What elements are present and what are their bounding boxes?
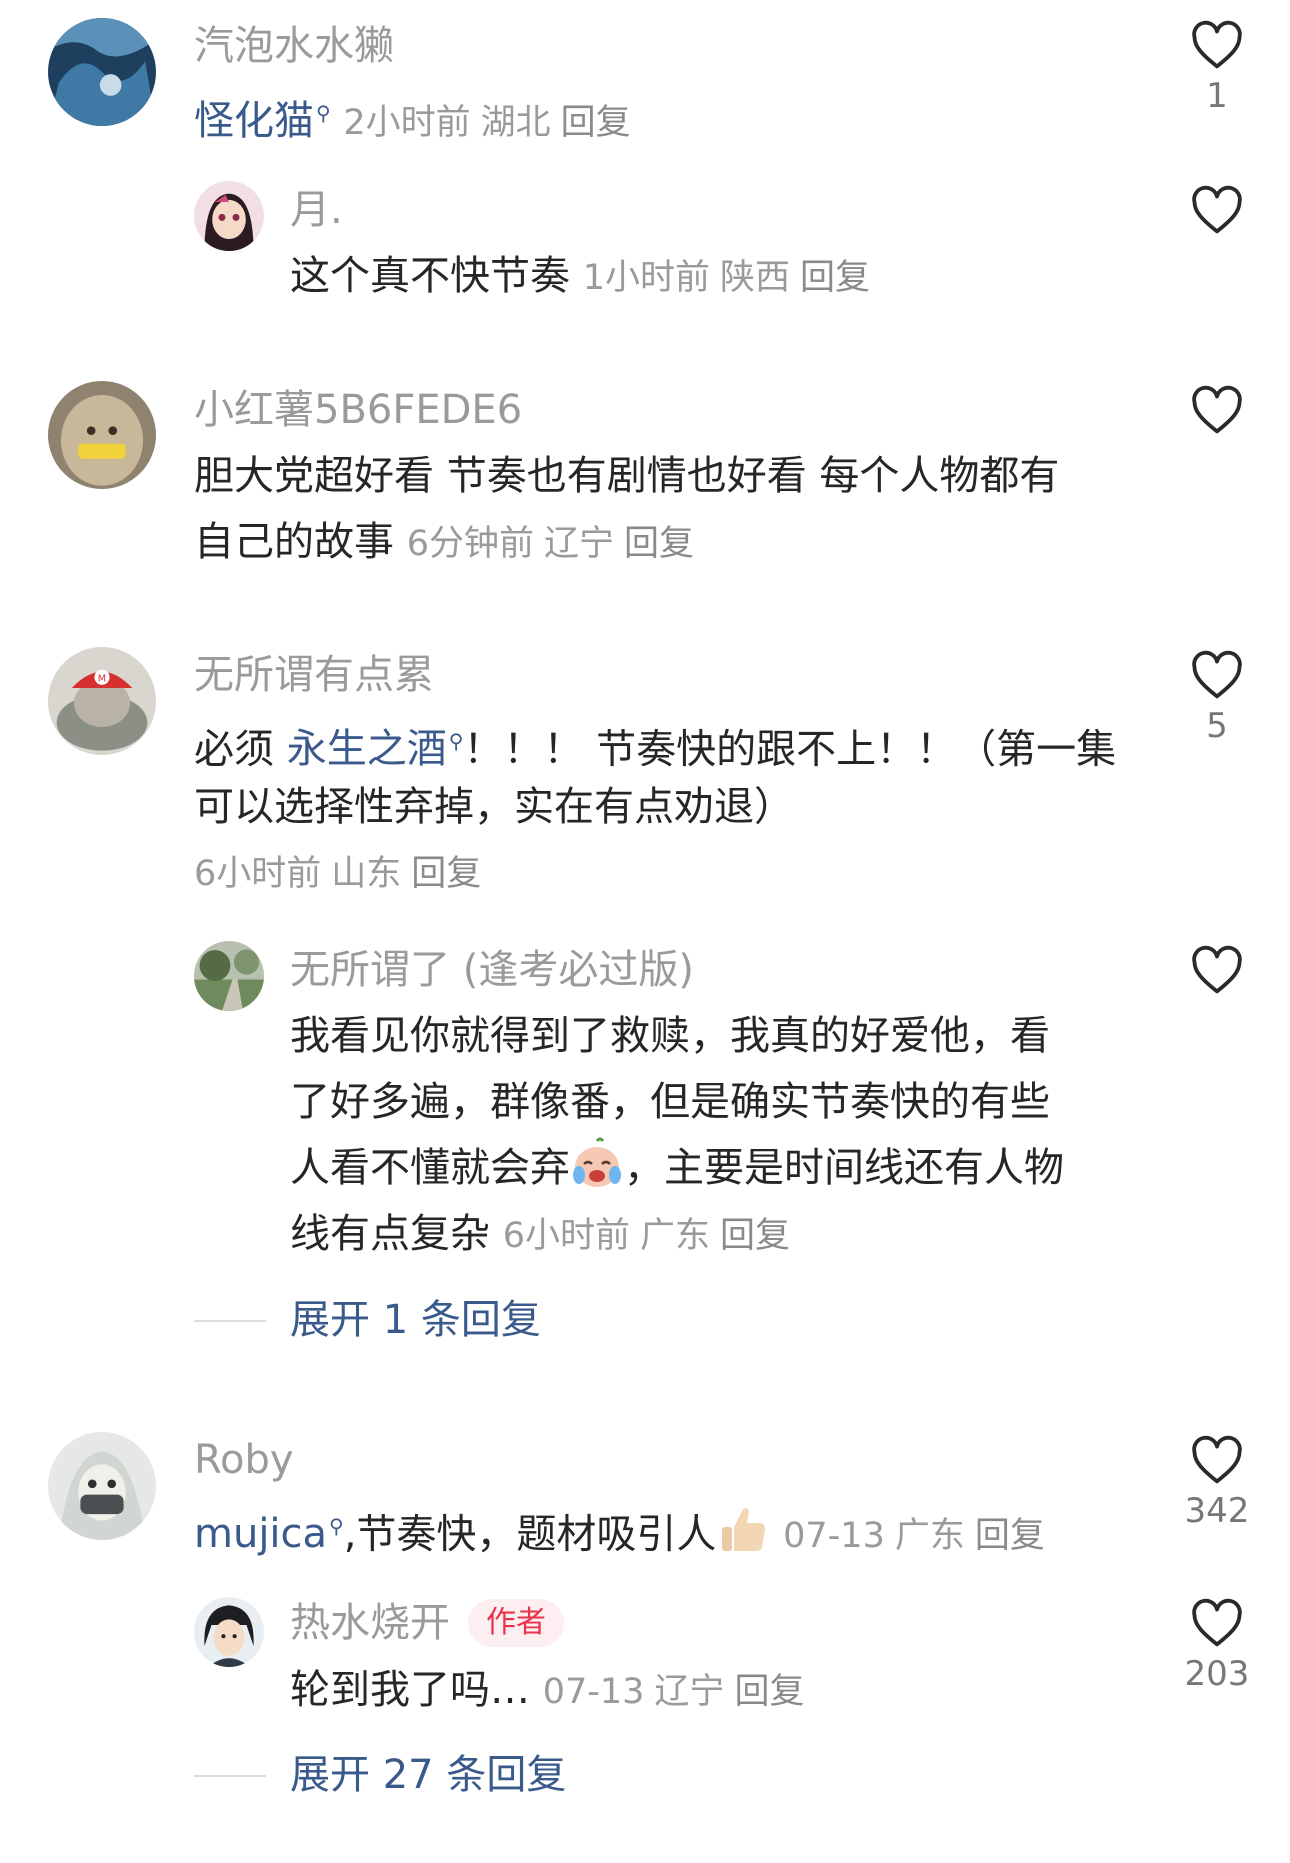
avatar[interactable] [194,941,264,1011]
avatar[interactable] [194,1597,264,1667]
divider [194,1320,266,1322]
reply-button[interactable]: 回复 [561,103,631,143]
search-magnifier-icon: ⚲ [316,101,331,125]
avatar[interactable] [48,381,156,489]
mention-link[interactable]: 怪化猫 ⚲ [194,98,331,144]
comment-meta: 6小时前 山东 回复 [194,841,481,907]
like-button[interactable]: 1 [1162,20,1272,116]
like-count: 5 [1206,706,1228,746]
comment-username[interactable]: Roby [194,1434,294,1486]
comment-body: 自己的故事 6分钟前 辽宁 回复 [194,509,694,577]
reply-location: 辽宁 [654,1672,725,1712]
comment-time: 2小时前 [343,103,471,144]
expand-replies-button[interactable]: 展开 1 条回复 [290,1294,541,1346]
comment-text: ,节奏快，题材吸引人 [343,1511,717,1558]
reply-text: 轮到我了吗… [290,1667,530,1713]
comment-body-line: 可以选择性弃掉，实在有点劝退） [194,784,794,830]
search-magnifier-icon: ⚲ [329,1514,344,1538]
like-button[interactable]: 5 [1162,650,1272,746]
reply-text: 线有点复杂 [290,1211,490,1257]
like-button[interactable]: 203 [1162,1598,1272,1694]
like-button[interactable]: 342 [1162,1435,1272,1531]
reply-location: 陕西 [720,258,791,298]
reply-button[interactable]: 回复 [975,1516,1045,1556]
reply-time: 07-13 [542,1672,645,1712]
reply-username[interactable]: 热水烧开 [290,1600,450,1646]
comment-meta: 6分钟前 辽宁 回复 [407,524,694,564]
comment-time: 6分钟前 [406,524,534,564]
divider [194,1775,266,1777]
reply-body: 这个真不快节奏 1小时前 陕西 回复 [290,243,870,311]
like-count: 342 [1184,1491,1250,1531]
heart-outline-icon [1192,185,1242,234]
mention-link[interactable]: mujica ⚲ [194,1511,344,1557]
reply-body-line: 我看见你就得到了救赎，我真的好爱他，看 [290,1013,1050,1059]
reply-text: 人看不懂就会弃 [290,1145,570,1191]
reply-body-line: 了好多遍，群像番，但是确实节奏快的有些 [290,1079,1050,1125]
avatar[interactable] [48,1432,156,1540]
comment-text: 自己的故事 [194,519,394,565]
comment-location: 山东 [331,854,402,894]
reply-button[interactable]: 回复 [800,258,870,298]
comment-body: mujica ⚲,节奏快，题材吸引人 07-13 广东 回复 [194,1493,1045,1575]
comment-location: 湖北 [480,103,551,144]
reply-meta: 6小时前 广东 回复 [503,1216,790,1256]
reply-button[interactable]: 回复 [624,524,694,564]
author-badge: 作者 [468,1599,564,1647]
comment-time: 6小时前 [194,854,322,894]
comment-text: 必须 [194,726,287,773]
reply-body: 线有点复杂 6小时前 广东 回复 [290,1201,790,1269]
comment-body-line: 必须 永生之酒 ⚲！！！ 节奏快的跟不上！！（第一集 [194,708,1116,782]
like-count: 203 [1184,1654,1250,1694]
reply-text: 这个真不快节奏 [290,253,570,299]
avatar[interactable] [194,181,264,251]
reply-username[interactable]: 月. [290,184,343,236]
reply-time: 1小时前 [582,258,710,298]
heart-outline-icon [1192,945,1242,994]
like-count: 1 [1206,76,1228,116]
avatar[interactable] [48,18,156,126]
mention-link[interactable]: 永生之酒 ⚲ [287,726,464,772]
crying-face-emoji [570,1137,624,1209]
search-magnifier-icon: ⚲ [448,729,464,753]
heart-outline-icon [1192,385,1242,434]
reply-button[interactable]: 回复 [720,1216,790,1256]
reply-text: ，主要是时间线还有人物 [624,1145,1064,1191]
reply-meta: 07-13 辽宁 回复 [543,1672,805,1712]
heart-outline-icon [1192,1598,1242,1647]
comment-username[interactable]: 无所谓有点累 [194,649,434,701]
comment-body: 怪化猫 ⚲ 2小时前 湖北 回复 [194,80,631,156]
like-button[interactable] [1162,385,1272,435]
reply-body-line: 人看不懂就会弃 ，主要是时间线还有人物 [290,1135,1064,1209]
heart-outline-icon [1192,1435,1242,1484]
thumbs-up-emoji [716,1503,770,1575]
comment-meta: 2小时前 湖北 回复 [343,103,630,143]
avatar[interactable]: M [48,647,156,755]
like-button[interactable] [1162,945,1272,995]
comment-text: ！！！ 节奏快的跟不上！！（第一集 [463,726,1117,773]
reply-button[interactable]: 回复 [734,1672,804,1712]
comment-meta: 07-13 广东 回复 [783,1516,1045,1556]
svg-text:M: M [98,674,106,685]
comment-location: 广东 [894,1516,965,1557]
comment-body-line: 胆大党超好看 节奏也有剧情也好看 每个人物都有 [194,453,1060,499]
expand-replies-button[interactable]: 展开 27 条回复 [290,1749,566,1801]
comment-location: 辽宁 [544,524,615,564]
reply-username[interactable]: 无所谓了 (逢考必过版) [290,944,694,996]
reply-time: 6小时前 [502,1216,630,1256]
comment-time: 07-13 [783,1516,885,1557]
reply-button[interactable]: 回复 [411,854,481,894]
comment-username[interactable]: 小红薯5B6FEDE6 [194,384,522,436]
heart-outline-icon [1192,650,1242,699]
comment-username[interactable]: 汽泡水水獭 [194,20,394,72]
reply-username-row: 热水烧开 作者 [290,1597,564,1649]
heart-outline-icon [1192,20,1242,69]
reply-body: 轮到我了吗… 07-13 辽宁 回复 [290,1657,804,1725]
reply-location: 广东 [640,1216,711,1256]
like-button[interactable] [1162,185,1272,235]
reply-meta: 1小时前 陕西 回复 [583,258,870,298]
